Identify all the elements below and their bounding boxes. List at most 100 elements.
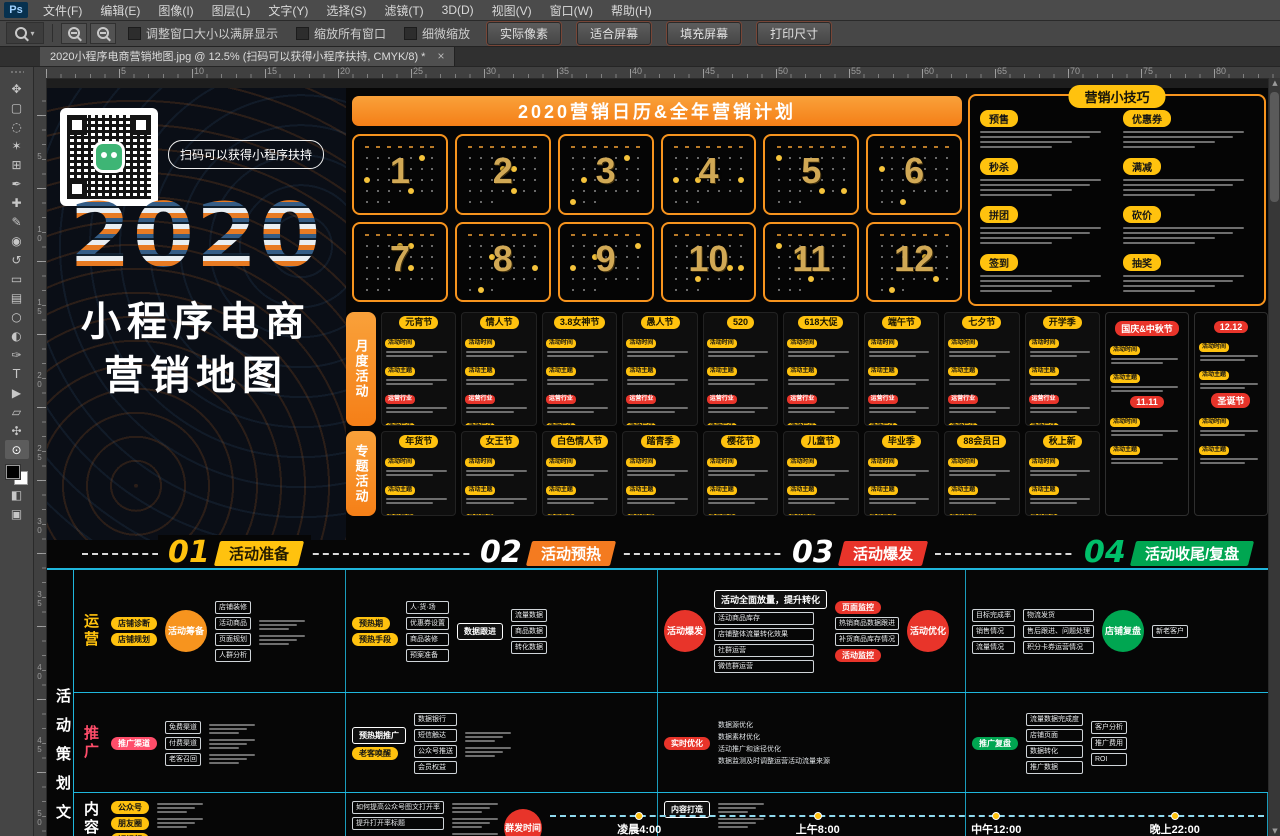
text-line (209, 724, 255, 726)
text-line (1111, 434, 1163, 436)
option-checkbox-2[interactable]: 细微缩放 (404, 25, 470, 42)
scrollbar-thumb[interactable] (1270, 92, 1279, 202)
foreground-color-swatch[interactable] (6, 465, 20, 479)
text-lines (465, 730, 511, 742)
quick-mask-icon[interactable]: ◧ (5, 485, 29, 504)
vertical-scrollbar[interactable]: ▲ ▼ (1268, 78, 1280, 836)
weekday-mark (409, 146, 413, 148)
pen-tool-icon[interactable]: ✑ (5, 345, 29, 364)
day-dot (889, 287, 895, 293)
text-line (980, 189, 1072, 191)
text-line (452, 807, 490, 809)
flow-node: 朋友圈 (111, 817, 149, 830)
menu-item-8[interactable]: 视图(V) (483, 0, 541, 21)
menu-item-5[interactable]: 选择(S) (317, 0, 375, 21)
weekday-mark (636, 234, 640, 236)
eyedropper-tool-icon[interactable]: ✒ (5, 174, 29, 193)
option-checkbox-0[interactable]: 调整窗口大小以满屏显示 (128, 25, 278, 42)
clone-stamp-tool-icon[interactable]: ◉ (5, 231, 29, 250)
weekday-mark (674, 234, 678, 236)
move-tool-icon[interactable]: ✥ (5, 79, 29, 98)
card-section: 活动主题 (948, 478, 1015, 504)
menu-item-3[interactable]: 图层(L) (203, 0, 260, 21)
options-button-2[interactable]: 填充屏幕 (667, 22, 741, 45)
text-line (209, 739, 255, 741)
qr-corner (131, 115, 151, 135)
flow-node: 预热期推广 (352, 727, 406, 744)
text-line (1030, 355, 1077, 357)
text-line (869, 474, 916, 476)
text-line (386, 474, 433, 476)
horizontal-ruler: 5101520253035404550556065707580 (28, 66, 1280, 79)
menu-item-1[interactable]: 编辑(E) (91, 0, 149, 21)
magic-wand-tool-icon[interactable]: ✶ (5, 136, 29, 155)
blur-tool-icon[interactable]: ○ (5, 307, 29, 326)
gradient-tool-icon[interactable]: ▤ (5, 288, 29, 307)
zoom-out-button[interactable] (90, 23, 116, 44)
text-line (1200, 458, 1258, 460)
lasso-tool-icon[interactable]: ◌ (5, 117, 29, 136)
card-section: 活动玩法 (868, 506, 935, 516)
path-selection-tool-icon[interactable]: ▶ (5, 383, 29, 402)
panel-grip[interactable] (10, 70, 24, 75)
flow-node: 流量情况 (972, 641, 1015, 654)
screen-mode-icon[interactable]: ▣ (5, 504, 29, 523)
text-line (1030, 383, 1077, 385)
ruler-label: 30 (34, 517, 44, 535)
weekday-mark (901, 234, 905, 236)
special-activities-tab: 专题活动 (346, 431, 376, 516)
menu-item-4[interactable]: 文字(Y) (259, 0, 317, 21)
section-tag: 活动主题 (385, 486, 415, 495)
rectangular-marquee-tool-icon[interactable]: ▢ (5, 98, 29, 117)
type-tool-icon[interactable]: T (5, 364, 29, 383)
text-line (980, 285, 1072, 287)
zoom-tool-preview[interactable]: ▾ (6, 22, 44, 44)
option-checkbox-1[interactable]: 缩放所有窗口 (296, 25, 386, 42)
shape-tool-icon[interactable]: ▱ (5, 402, 29, 421)
flow-node: 推广渠道 (111, 737, 157, 750)
weekday-mark (468, 146, 472, 148)
foreground-background-swatches[interactable] (6, 465, 28, 485)
card-title: 520 (727, 316, 754, 329)
menu-item-9[interactable]: 窗口(W) (541, 0, 602, 21)
menu-item-0[interactable]: 文件(F) (34, 0, 91, 21)
timeline-stop: 上午8:00上半天曝光最高点 (729, 812, 908, 836)
document-tab[interactable]: 2020小程序电商营销地图.jpg @ 12.5% (扫码可以获得小程序扶持, … (40, 46, 455, 66)
weekday-mark (430, 234, 434, 236)
eraser-tool-icon[interactable]: ▭ (5, 269, 29, 288)
zoom-in-button[interactable] (61, 23, 87, 44)
crop-tool-icon[interactable]: ⊞ (5, 155, 29, 174)
zoom-tool-icon[interactable]: ⊙ (5, 440, 29, 459)
ruler-label: 20 (340, 66, 350, 76)
healing-brush-tool-icon[interactable]: ✚ (5, 193, 29, 212)
options-button-1[interactable]: 适合屏幕 (577, 22, 651, 45)
flow-node: 销售情况 (972, 625, 1015, 638)
ruler-label: 60 (924, 66, 934, 76)
scroll-down-icon[interactable]: ▼ (1269, 827, 1280, 835)
document-canvas[interactable]: 扫码可以获得小程序扶持 2020 小程序电商 营销地图 2020营销日历&全年营… (46, 78, 1268, 836)
card-section: 活动玩法 (787, 415, 854, 426)
menu-item-10[interactable]: 帮助(H) (602, 0, 661, 21)
menu-item-6[interactable]: 滤镜(T) (375, 0, 432, 21)
history-brush-tool-icon[interactable]: ↺ (5, 250, 29, 269)
flow-cell: 预热期预热手段人·货·场优惠券设置商品装修预案准备数据跟进流量数据商品数据转化数… (346, 570, 658, 692)
flow-node: 积分卡券运营情况 (1023, 641, 1094, 654)
section-tag: 运营行业 (868, 395, 898, 404)
weekday-mark (522, 234, 526, 236)
brush-tool-icon[interactable]: ✎ (5, 212, 29, 231)
menu-item-2[interactable]: 图像(I) (149, 0, 202, 21)
scroll-up-icon[interactable]: ▲ (1269, 79, 1280, 87)
close-tab-icon[interactable]: × (437, 49, 444, 63)
weekday-mark (788, 146, 792, 148)
section-tag: 活动时间 (707, 339, 737, 348)
text-line (1030, 498, 1091, 500)
flow-node: 公众号 (111, 801, 149, 814)
options-button-3[interactable]: 打印尺寸 (757, 22, 831, 45)
card-section: 活动主题 (787, 478, 854, 504)
hand-tool-icon[interactable]: ✣ (5, 421, 29, 440)
text-line (949, 411, 996, 413)
weekday-mark (706, 146, 710, 148)
dodge-tool-icon[interactable]: ◐ (5, 326, 29, 345)
options-button-0[interactable]: 实际像素 (487, 22, 561, 45)
menu-item-7[interactable]: 3D(D) (433, 1, 483, 19)
